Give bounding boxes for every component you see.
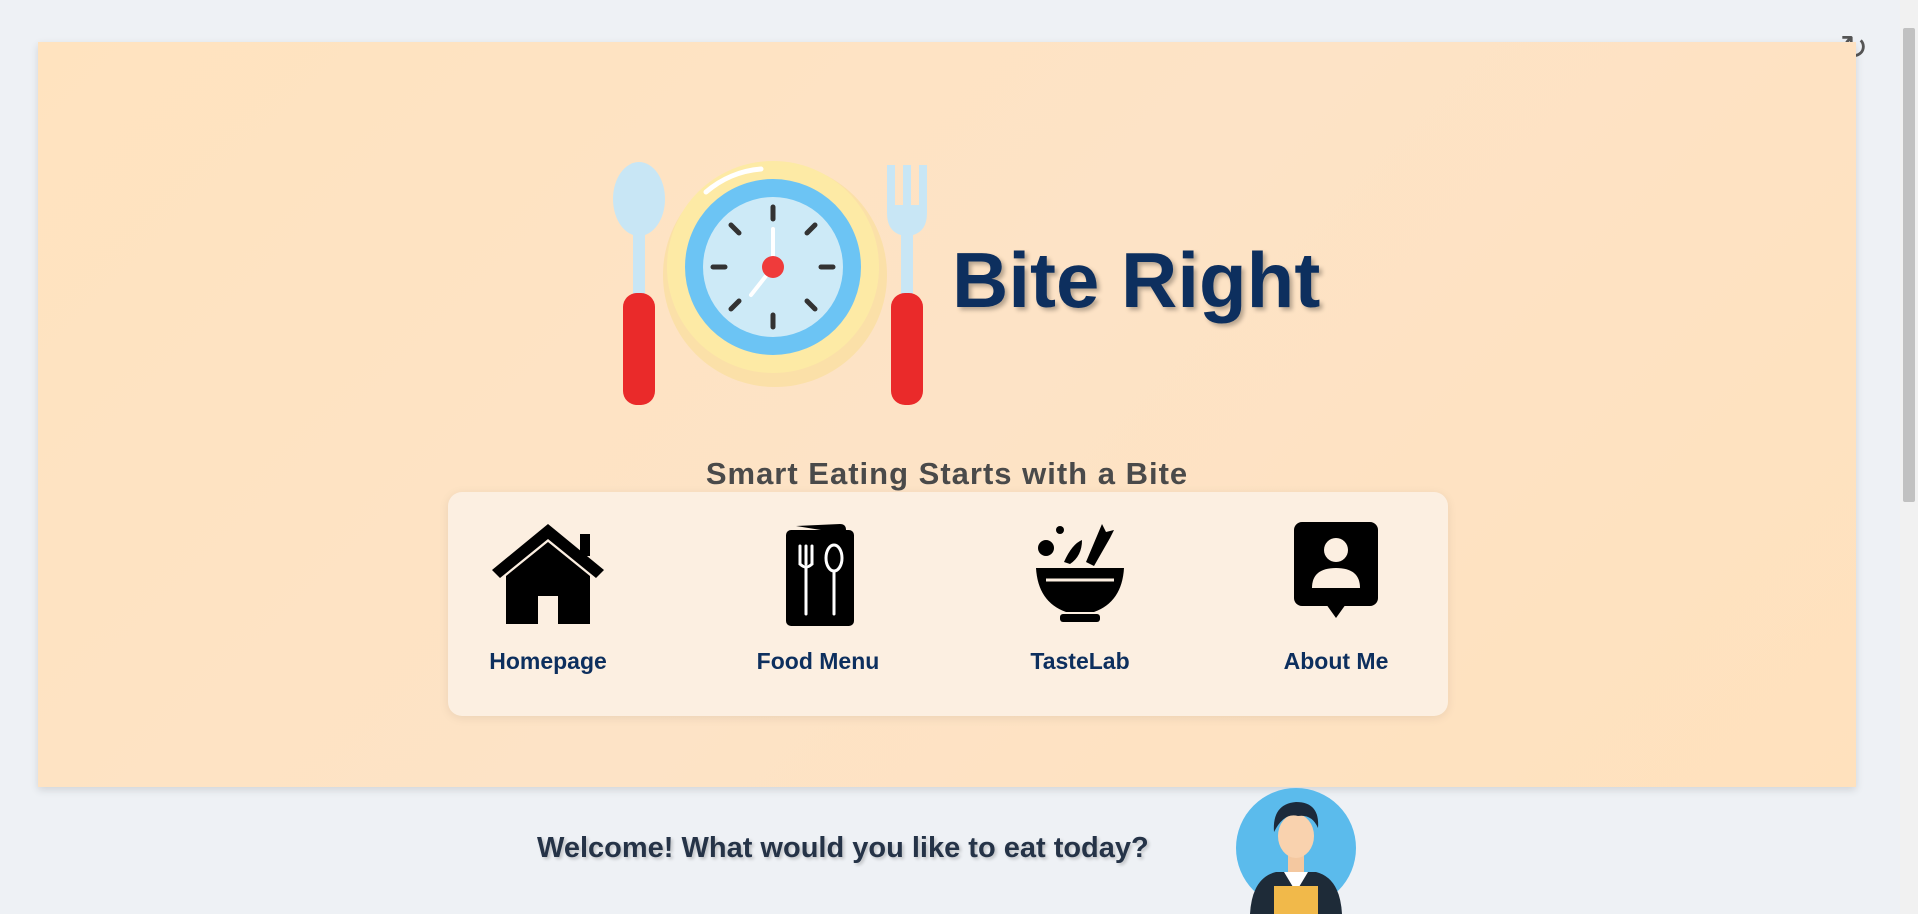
welcome-message: Welcome! What would you like to eat toda… — [537, 832, 1149, 864]
nav-label: Homepage — [489, 648, 607, 674]
bite-right-logo — [613, 161, 927, 405]
nav-item-tastelab[interactable]: TasteLab — [980, 522, 1180, 682]
profile-card-icon — [1294, 522, 1378, 618]
hero-banner: Bite Right Smart Eating Starts with a Bi… — [38, 42, 1856, 787]
nav-item-about-me[interactable]: About Me — [1236, 522, 1436, 682]
salad-bowl-icon — [1036, 524, 1124, 622]
scrollbar[interactable] — [1900, 0, 1918, 914]
scrollbar-thumb[interactable] — [1903, 28, 1915, 502]
nav-item-food-menu[interactable]: Food Menu — [718, 522, 918, 682]
menu-card-icon — [786, 524, 854, 626]
chef-avatar — [1236, 788, 1356, 914]
nav-label: TasteLab — [1030, 648, 1130, 674]
nav-label: About Me — [1283, 648, 1389, 674]
nav-item-homepage[interactable]: Homepage — [448, 522, 648, 682]
main-navigation: Homepage Food Menu TasteLab About Me — [448, 492, 1448, 716]
tagline: Smart Eating Starts with a Bite — [705, 456, 1189, 491]
house-icon — [492, 524, 604, 624]
brand-title: Bite Right — [952, 236, 1321, 324]
nav-label: Food Menu — [756, 648, 880, 674]
